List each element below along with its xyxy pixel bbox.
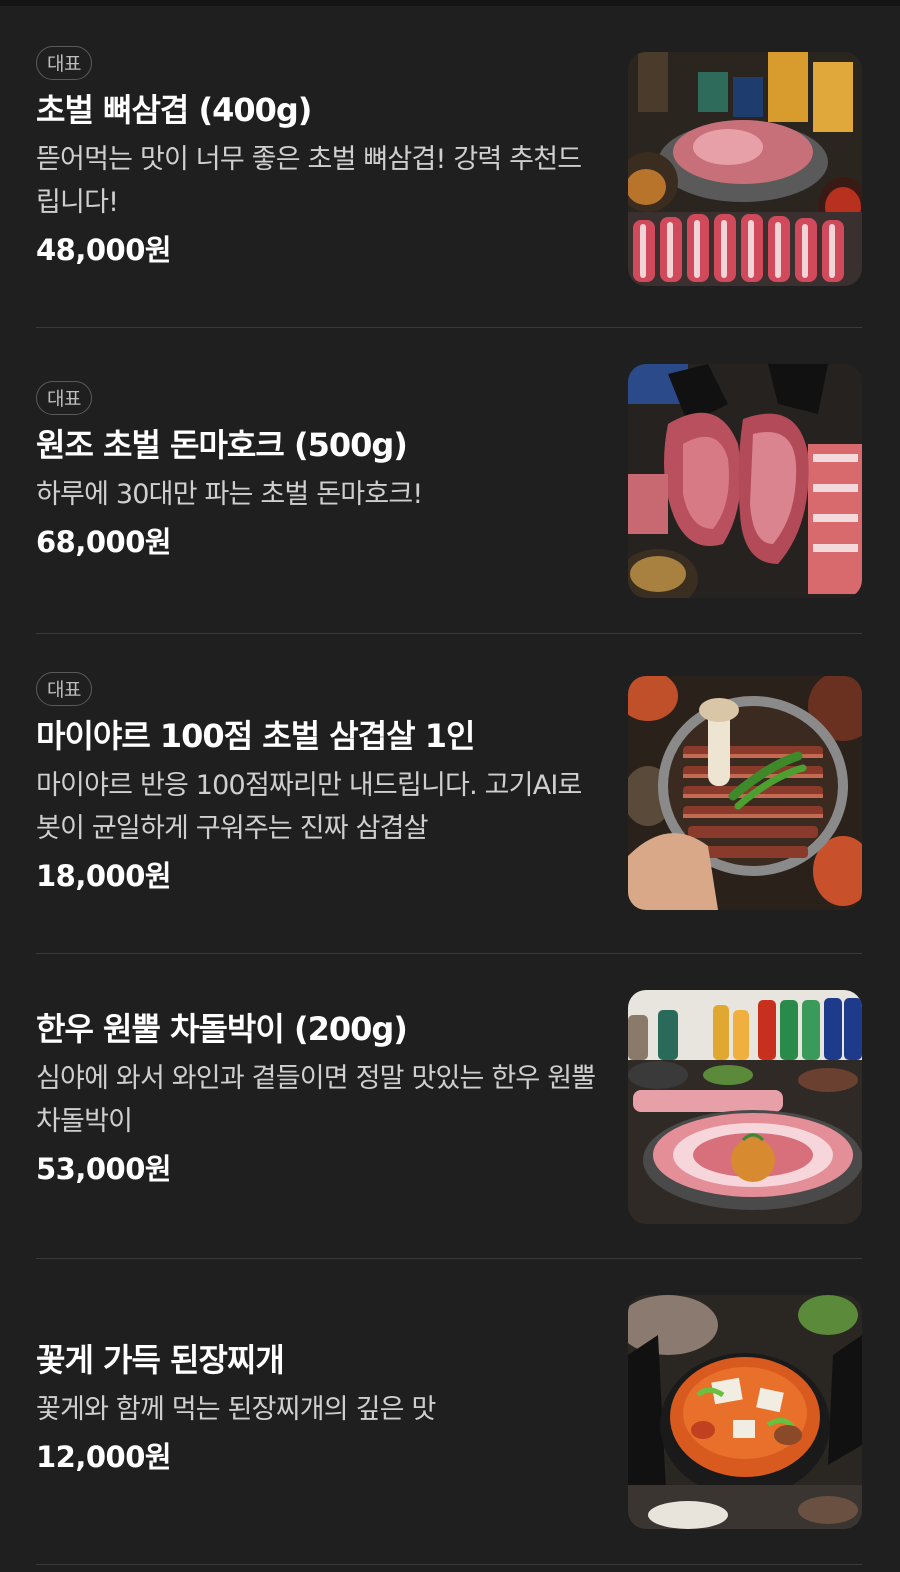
menu-item-price: 48,000원 <box>36 233 172 267</box>
menu-item-photo[interactable] <box>628 990 862 1224</box>
menu-item-name: 원조 초벌 돈마호크 (500g) <box>36 426 408 464</box>
menu-item[interactable]: 꽃게 가득 된장찌개 꽃게와 함께 먹는 된장찌개의 깊은 맛 12,000원 <box>36 1259 862 1565</box>
menu-item-text: 대표 원조 초벌 돈마호크 (500g) 하루에 30대만 파는 초벌 돈마호크… <box>36 381 596 562</box>
menu-item-description: 뜯어먹는 맛이 너무 좋은 초벌 뼈삼겹! 강력 추천드립니다! <box>36 144 582 218</box>
menu-item-photo[interactable] <box>628 1295 862 1529</box>
menu-item-price: 18,000원 <box>36 859 172 893</box>
signature-badge: 대표 <box>36 381 92 415</box>
menu-item-description: 꽃게와 함께 먹는 된장찌개의 깊은 맛 <box>36 1394 436 1425</box>
signature-badge: 대표 <box>36 46 92 80</box>
menu-item-text: 대표 마이야르 100점 초벌 삼겹살 1인 마이야르 반응 100점짜리만 내… <box>36 672 596 896</box>
menu-item-photo[interactable] <box>628 364 862 598</box>
menu-item-text: 꽃게 가득 된장찌개 꽃게와 함께 먹는 된장찌개의 깊은 맛 12,000원 <box>36 1338 596 1477</box>
menu-item-description: 마이야르 반응 100점짜리만 내드립니다. 고기AI로봇이 균일하게 구워주는… <box>36 770 582 844</box>
menu-item-price: 68,000원 <box>36 525 172 559</box>
menu-item-photo[interactable] <box>628 52 862 286</box>
menu-item-price: 53,000원 <box>36 1152 172 1186</box>
menu-item[interactable]: 대표 초벌 뼈삼겹 (400g) 뜯어먹는 맛이 너무 좋은 초벌 뼈삼겹! 강… <box>36 0 862 328</box>
menu-item-name: 초벌 뼈삼겹 (400g) <box>36 91 312 129</box>
menu-item-price: 12,000원 <box>36 1440 172 1474</box>
menu-item-text: 한우 원뿔 차돌박이 (200g) 심야에 와서 와인과 곁들이면 정말 맛있는… <box>36 1007 596 1189</box>
menu-item-name: 꽃게 가득 된장찌개 <box>36 1341 285 1379</box>
menu-item[interactable]: 대표 원조 초벌 돈마호크 (500g) 하루에 30대만 파는 초벌 돈마호크… <box>36 328 862 634</box>
menu-item-text: 대표 초벌 뼈삼겹 (400g) 뜯어먹는 맛이 너무 좋은 초벌 뼈삼겹! 강… <box>36 46 596 270</box>
menu-item[interactable]: 한우 원뿔 차돌박이 (200g) 심야에 와서 와인과 곁들이면 정말 맛있는… <box>36 954 862 1259</box>
menu-item-description: 심야에 와서 와인과 곁들이면 정말 맛있는 한우 원뿔 차돌박이 <box>36 1063 596 1137</box>
menu-item-name: 마이야르 100점 초벌 삼겹살 1인 <box>36 717 475 755</box>
menu-item[interactable]: 대표 마이야르 100점 초벌 삼겹살 1인 마이야르 반응 100점짜리만 내… <box>36 634 862 954</box>
signature-badge: 대표 <box>36 672 92 706</box>
menu-item-name: 한우 원뿔 차돌박이 (200g) <box>36 1010 408 1048</box>
menu-item-photo[interactable] <box>628 676 862 910</box>
menu-item-description: 하루에 30대만 파는 초벌 돈마호크! <box>36 479 423 510</box>
